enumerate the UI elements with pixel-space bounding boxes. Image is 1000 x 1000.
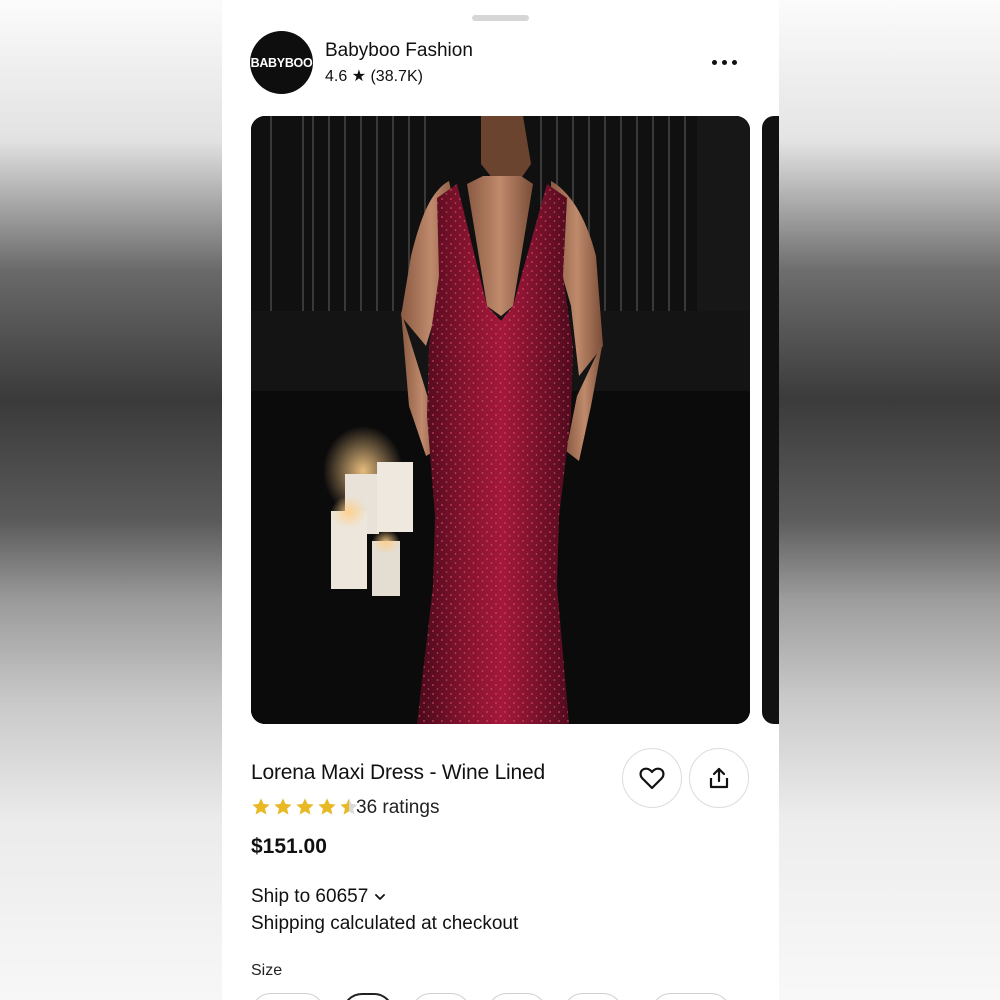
ratings-count[interactable]: 36 ratings <box>356 797 439 819</box>
chevron-down-icon <box>375 894 386 900</box>
share-icon <box>709 767 729 789</box>
next-product-image-peek[interactable] <box>762 116 779 724</box>
more-dot-icon <box>731 59 737 65</box>
star-full-icon <box>252 798 270 815</box>
size-chip[interactable] <box>251 993 325 1000</box>
size-chip[interactable] <box>563 993 623 1000</box>
star-rating <box>251 797 359 817</box>
heart-icon <box>639 767 665 790</box>
ship-to-label: Ship to 60657 <box>251 886 369 907</box>
more-options-button[interactable] <box>704 50 744 74</box>
product-price: $151.00 <box>251 835 327 858</box>
size-chip[interactable] <box>411 993 471 1000</box>
size-label: Size <box>251 962 283 979</box>
size-chip-selected[interactable] <box>342 993 394 1000</box>
shipping-note: Shipping calculated at checkout <box>251 913 519 934</box>
more-dot-icon <box>721 59 727 65</box>
shop-name[interactable]: Babyboo Fashion <box>325 40 473 62</box>
sheet-grabber[interactable] <box>472 15 529 21</box>
size-chip[interactable] <box>487 993 547 1000</box>
share-button[interactable] <box>689 748 749 808</box>
more-dot-icon <box>711 59 717 65</box>
size-chip[interactable] <box>651 993 731 1000</box>
shop-avatar[interactable]: BABYBOO <box>250 31 313 94</box>
background-right <box>778 0 1000 1000</box>
product-image[interactable] <box>251 116 750 724</box>
star-full-icon <box>274 798 292 815</box>
product-sheet: BABYBOO Babyboo Fashion 4.6 ★ (38.7K) Lo… <box>222 0 779 1000</box>
background-left <box>0 0 222 1000</box>
dress-photo-illustration <box>251 116 750 724</box>
shop-rating: 4.6 ★ (38.7K) <box>325 68 423 85</box>
star-full-icon <box>318 798 336 815</box>
star-full-icon <box>296 798 314 815</box>
product-title: Lorena Maxi Dress - Wine Lined <box>251 761 545 784</box>
favorite-button[interactable] <box>622 748 682 808</box>
shop-logo-text: BABYBOO <box>250 55 313 70</box>
ship-to-selector[interactable]: Ship to 60657 <box>251 886 386 908</box>
